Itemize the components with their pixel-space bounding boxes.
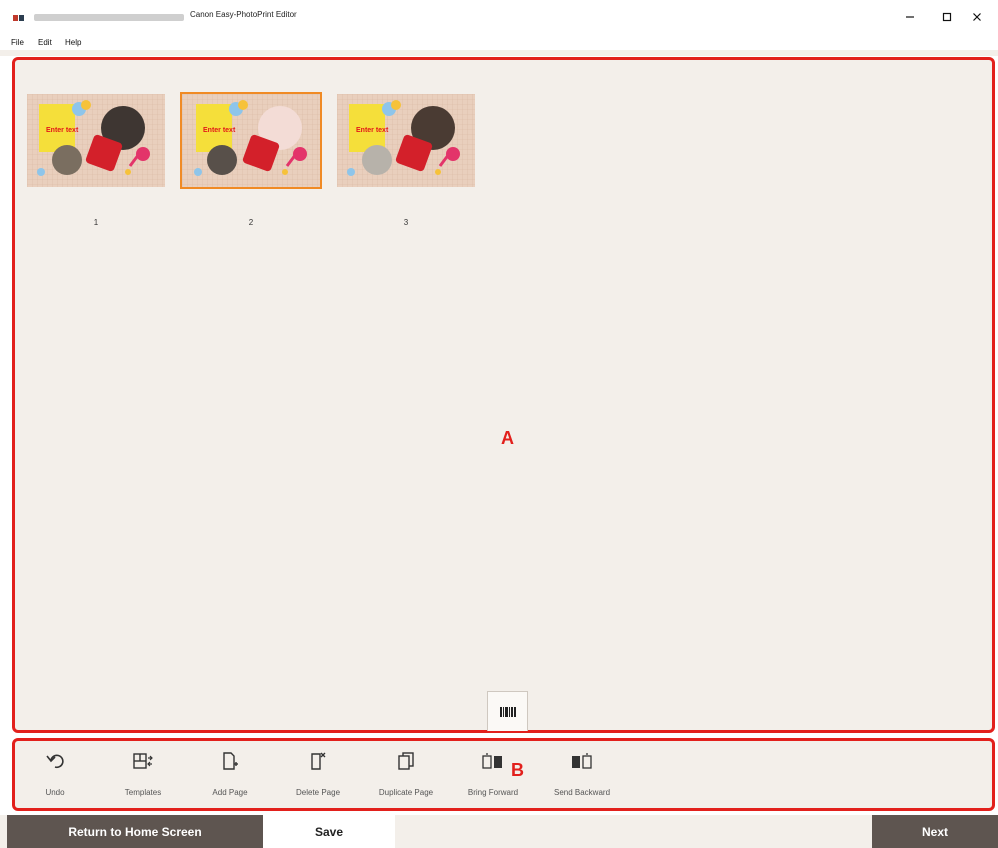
- menu-help[interactable]: Help: [65, 38, 81, 47]
- page-thumbnail-2[interactable]: Enter text: [180, 92, 322, 189]
- annotation-marker-a: A: [501, 428, 514, 448]
- menu-bar: [0, 34, 998, 50]
- send-backward-label: Send Backward: [553, 788, 611, 797]
- bring-forward-icon: [482, 753, 502, 769]
- maximize-icon: [942, 12, 952, 22]
- menu-separator: [0, 50, 998, 56]
- next-button[interactable]: Next: [872, 815, 998, 848]
- duplicate-page-button[interactable]: Duplicate Page: [366, 746, 446, 806]
- enter-text-placeholder: Enter text: [356, 127, 389, 134]
- page-thumbnail-3[interactable]: Enter text: [337, 94, 475, 187]
- undo-button[interactable]: Undo: [15, 746, 95, 806]
- send-backward-button[interactable]: Send Backward: [542, 746, 622, 806]
- close-button[interactable]: [962, 6, 992, 28]
- undo-icon: [46, 754, 64, 769]
- add-page-label: Add Page: [212, 788, 248, 797]
- menu-file[interactable]: File: [11, 38, 24, 47]
- return-to-home-button[interactable]: Return to Home Screen: [7, 815, 263, 848]
- page-preview-image: [27, 94, 165, 187]
- enter-text-placeholder: Enter text: [46, 127, 79, 134]
- page-thumbnail-1[interactable]: Enter text: [27, 94, 165, 187]
- undo-label: Undo: [45, 788, 65, 797]
- templates-label: Templates: [124, 788, 162, 797]
- minimize-icon: [906, 16, 914, 18]
- blurred-title-prefix: [34, 14, 184, 21]
- page-preview-image: [337, 94, 475, 187]
- maximize-button[interactable]: [932, 6, 962, 28]
- close-icon: [973, 13, 981, 21]
- page-number: 3: [403, 218, 409, 227]
- save-button[interactable]: Save: [263, 815, 395, 848]
- menu-edit[interactable]: Edit: [38, 38, 52, 47]
- bring-forward-label: Bring Forward: [467, 788, 519, 797]
- enter-text-placeholder: Enter text: [203, 127, 236, 134]
- duplicate-page-label: Duplicate Page: [378, 788, 434, 797]
- minimize-button[interactable]: [895, 6, 925, 28]
- annotation-marker-b: B: [511, 760, 524, 780]
- add-page-icon: [223, 752, 238, 770]
- duplicate-page-icon: [398, 752, 414, 770]
- delete-page-label: Delete Page: [295, 788, 341, 797]
- page-preview-image: [182, 94, 320, 187]
- app-icon: [13, 10, 25, 21]
- page-number: 2: [248, 218, 254, 227]
- delete-page-button[interactable]: Delete Page: [278, 746, 358, 806]
- send-backward-icon: [572, 753, 592, 769]
- add-page-button[interactable]: Add Page: [190, 746, 270, 806]
- templates-button[interactable]: Templates: [103, 746, 183, 806]
- delete-page-icon: [311, 752, 326, 770]
- templates-icon: [133, 753, 153, 769]
- panel-toggle-button[interactable]: [487, 691, 528, 731]
- page-number: 1: [93, 218, 99, 227]
- barcode-icon: [499, 706, 516, 717]
- window-title: Canon Easy-PhotoPrint Editor: [190, 10, 297, 19]
